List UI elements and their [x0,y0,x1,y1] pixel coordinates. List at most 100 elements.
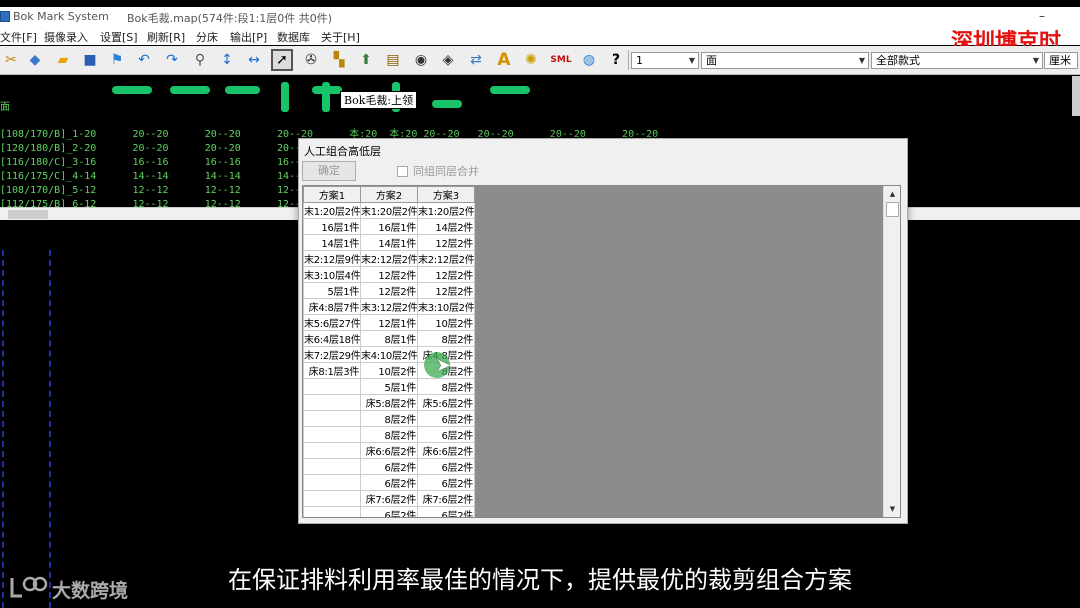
unit-combo[interactable]: 厘米 [1044,52,1078,69]
plan-cell[interactable]: 6层2件 [417,458,475,475]
plan-cell[interactable]: 床5:6层2件 [417,394,475,411]
plan-cell[interactable]: 6层2件 [417,426,475,443]
menu-database[interactable]: 数据库 [277,29,310,45]
scrollbar-thumb[interactable] [886,202,899,217]
plan-cell[interactable]: 12层2件 [417,266,475,283]
plan-cell[interactable] [303,490,361,507]
plan-cell[interactable] [303,474,361,491]
plan-cell[interactable] [303,426,361,443]
menu-file[interactable]: 文件[F] [0,29,37,45]
plan-cell[interactable]: 末7:2层29件 [303,346,361,363]
undo-icon[interactable]: ↶ [133,49,155,71]
plan-cell[interactable]: 8层2件 [417,378,475,395]
plan-cell[interactable]: 8层2件 [417,330,475,347]
plan-cell[interactable] [303,442,361,459]
column-header-plan3[interactable]: 方案3 [417,186,475,203]
plan-cell[interactable]: 床6:6层2件 [417,442,475,459]
table-row[interactable]: 6层2件 6层2件 [303,474,475,491]
plan-cell[interactable]: 床8:1层3件 [303,362,361,379]
redo-icon[interactable]: ↷ [161,49,183,71]
plan-cell[interactable]: 12层1件 [360,314,418,331]
plan-cell[interactable]: 5层1件 [360,378,418,395]
plan-cell[interactable] [303,394,361,411]
table-row[interactable]: 末6:4层18件 8层1件 8层2件 [303,330,475,347]
help-icon[interactable]: ? [605,49,627,71]
plan-cell[interactable]: 床4:8层7件 [303,298,361,315]
plan-cell[interactable]: 末3:10层2件 [417,298,475,315]
import-icon[interactable]: ⬆ [355,49,377,71]
film-icon[interactable]: ▤ [382,49,404,71]
plan-cell[interactable] [303,458,361,475]
plan-cell[interactable]: 末2:12层2件 [360,250,418,267]
plan-cell[interactable]: 16层1件 [303,218,361,235]
menu-refresh[interactable]: 刷新[R] [147,29,185,45]
plan-cell[interactable]: 末2:12层2件 [417,250,475,267]
flag-icon[interactable]: ⚑ [106,49,128,71]
table-row[interactable]: 床6:6层2件 床6:6层2件 [303,442,475,459]
merge-layer-checkbox[interactable] [397,166,408,177]
table-row[interactable]: 5层1件 8层2件 [303,378,475,395]
plan-cell[interactable]: 末4:10层2件 [360,346,418,363]
face-combo[interactable]: 面 ▼ [701,52,869,69]
plan-cell[interactable]: 5层1件 [303,282,361,299]
table-row[interactable]: 末3:10层4件 12层2件 12层2件 [303,266,475,283]
plan-cell[interactable]: 末5:6层27件 [303,314,361,331]
pointer-icon[interactable]: ➚ [271,49,293,71]
plan-cell[interactable]: 末1:20层2件 [417,202,475,219]
vertical-arrows-icon[interactable]: ↕ [216,49,238,71]
plan-cell[interactable]: 末1:20层2件 [303,202,361,219]
table-row[interactable]: 末1:20层2件 末1:20层2件 末1:20层2件 [303,202,475,219]
reel-icon[interactable]: ✇ [300,49,322,71]
minimize-icon[interactable]: – [1034,7,1050,25]
plan-cell[interactable] [303,378,361,395]
table-row[interactable]: 8层2件 6层2件 [303,426,475,443]
menu-split-bed[interactable]: 分床 [196,29,218,45]
mover-icon[interactable]: ⇄ [465,49,487,71]
confirm-button[interactable]: 确定 [302,161,356,181]
menu-output[interactable]: 输出[P] [230,29,267,45]
plan-cell[interactable]: 末2:12层9件 [303,250,361,267]
plan-cell[interactable]: 8层1件 [360,330,418,347]
color-wheel-icon[interactable]: ✺ [520,49,542,71]
plan-cell[interactable]: 6层2件 [417,474,475,491]
plan-cell[interactable]: 16层1件 [360,218,418,235]
table-row[interactable]: 8层2件 6层2件 [303,410,475,427]
plan-cell[interactable]: 14层1件 [303,234,361,251]
lightbulb-icon[interactable]: ◉ [410,49,432,71]
main-vertical-scrollbar[interactable] [1072,76,1080,116]
table-row[interactable]: 6层2件 6层2件 [303,506,475,517]
scroll-up-icon[interactable]: ▲ [886,187,899,201]
plan-cell[interactable]: 8层2件 [360,426,418,443]
plan-cell[interactable]: 8层2件 [360,410,418,427]
plan-cell[interactable]: 14层1件 [360,234,418,251]
table-row[interactable]: 床7:6层2件 床7:6层2件 [303,490,475,507]
column-header-plan2[interactable]: 方案2 [360,186,418,203]
plan-cell[interactable]: 12层2件 [417,234,475,251]
plan-cell[interactable]: 12层2件 [360,282,418,299]
table-row[interactable]: 末2:12层9件 末2:12层2件 末2:12层2件 [303,250,475,267]
plan-cell[interactable]: 6层2件 [417,506,475,517]
sml-icon[interactable]: SML [547,49,575,71]
plan-cell[interactable]: 6层2件 [360,506,418,517]
table-row[interactable]: 末5:6层27件 12层1件 10层2件 [303,314,475,331]
plan-cell[interactable]: 床7:6层2件 [360,490,418,507]
plan-cell[interactable]: 末3:12层2件 [360,298,418,315]
horizontal-arrows-icon[interactable]: ↔ [243,49,265,71]
plan-cell[interactable]: 6层2件 [360,474,418,491]
menu-about[interactable]: 关于[H] [321,29,360,45]
column-header-plan1[interactable]: 方案1 [303,186,361,203]
save-icon[interactable]: ■ [79,49,101,71]
globe-icon[interactable]: ◍ [578,49,600,71]
plan-cell[interactable]: 10层2件 [417,314,475,331]
plan-cell[interactable]: 末6:4层18件 [303,330,361,347]
table-row[interactable]: 16层1件 16层1件 14层2件 [303,218,475,235]
plan-cell[interactable]: 12层2件 [417,282,475,299]
tag-icon[interactable]: ◈ [437,49,459,71]
menu-camera-input[interactable]: 摄像录入 [44,29,88,45]
plan-cell[interactable] [303,506,361,517]
plan-cell[interactable]: 6层2件 [360,458,418,475]
scrollbar-thumb[interactable] [8,210,48,219]
plan-cell[interactable]: 末1:20层2件 [360,202,418,219]
plan-cell[interactable]: 床7:6层2件 [417,490,475,507]
table-row[interactable]: 6层2件 6层2件 [303,458,475,475]
